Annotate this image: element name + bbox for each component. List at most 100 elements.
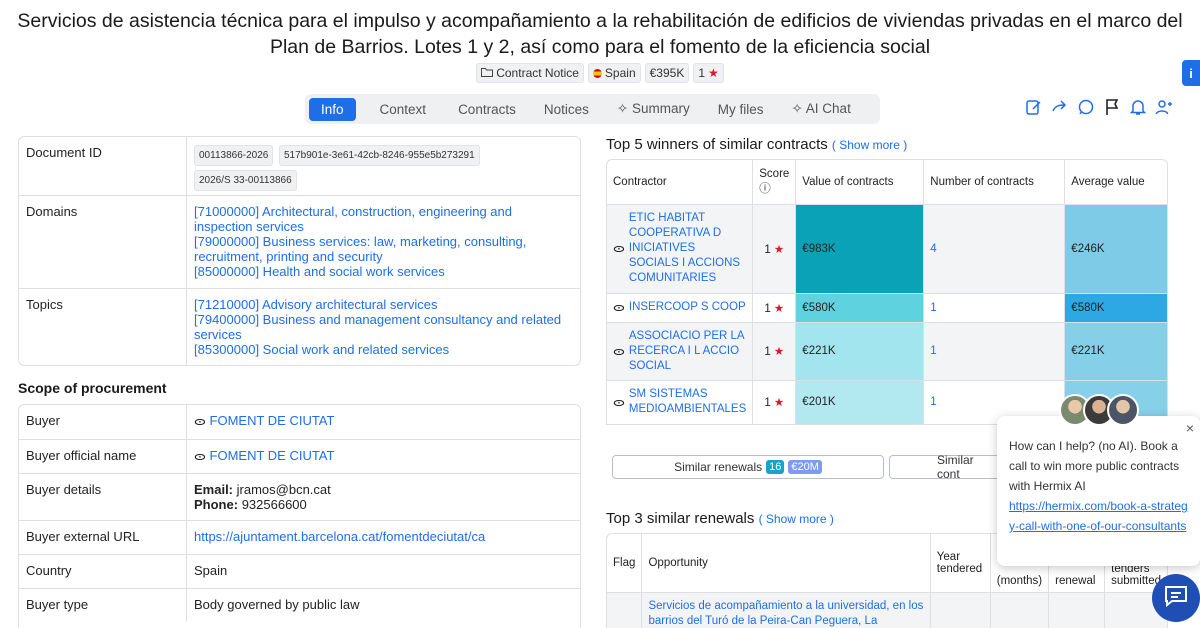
close-icon[interactable]: × <box>1186 418 1194 438</box>
company-icon: ᯣ <box>194 414 206 428</box>
table-row: ᯣ INSERCOOP S COOP 1 ★ €580K 1 €580K <box>607 293 1167 323</box>
score-cell: 1 ★ <box>752 293 797 323</box>
contractor-link[interactable]: ᯣ INSERCOOP S COOP <box>613 300 746 315</box>
opportunity-link[interactable]: Servicios de acompañamiento a la univers… <box>641 592 931 628</box>
notice-tags: Contract Notice Spain €395K 1 ★ <box>0 63 1200 83</box>
topic-link[interactable]: [85300000] Social work and related servi… <box>194 342 573 357</box>
buyer-link[interactable]: ᯣ FOMENT DE CIUTAT <box>194 413 334 428</box>
sparkle-icon: ✧ <box>791 101 803 116</box>
share-icon[interactable] <box>1051 98 1069 121</box>
country-label: Country <box>19 555 187 588</box>
country-row: Country Spain <box>19 554 580 588</box>
score-value: 1 <box>764 302 771 315</box>
buyer-url-link[interactable]: https://ajuntament.barcelona.cat/fomentd… <box>187 521 580 554</box>
info-button[interactable]: i <box>1182 60 1200 86</box>
comment-icon[interactable] <box>1077 98 1095 121</box>
avatar <box>1107 394 1139 426</box>
contractor-link[interactable]: ᯣ SM SISTEMAS MEDIOAMBIENTALES <box>613 387 746 417</box>
bell-icon[interactable] <box>1129 98 1147 121</box>
topic-link[interactable]: [79400000] Business and management consu… <box>194 312 573 342</box>
topic-link[interactable]: [71210000] Advisory architectural servic… <box>194 297 573 312</box>
score-cell: 1 ★ <box>752 380 797 424</box>
value-cell: €221K <box>795 322 925 381</box>
value-cell: €201K <box>795 380 925 424</box>
notice-type-tag: Contract Notice <box>476 63 584 83</box>
domain-link[interactable]: [79000000] Business services: law, marke… <box>194 234 573 264</box>
official-name-link[interactable]: ᯣ FOMENT DE CIUTAT <box>194 448 334 463</box>
star-icon: ★ <box>773 302 785 315</box>
count-link[interactable]: 1 <box>923 322 1066 381</box>
similar-contracts-button[interactable]: Similar cont <box>889 453 999 481</box>
add-user-icon[interactable] <box>1155 98 1173 121</box>
contractor-link[interactable]: ᯣ ETIC HABITAT COOPERATIVA D INICIATIVES … <box>613 211 746 286</box>
rating-tag: 1 ★ <box>693 63 724 83</box>
chat-button[interactable] <box>1152 574 1200 622</box>
company-icon: ᯣ <box>613 343 625 358</box>
company-icon: ᯣ <box>194 449 206 463</box>
col-opportunity: Opportunity <box>641 534 931 593</box>
info-icon[interactable]: ⓘ <box>759 180 789 196</box>
tab-my-files[interactable]: My files <box>706 98 776 121</box>
contractor-link[interactable]: ᯣ ASSOCIACIO PER LA RECERCA I L ACCIO SOC… <box>613 329 746 374</box>
contractor-name: ASSOCIACIO PER LA RECERCA I L ACCIO SOCI… <box>628 329 744 372</box>
renewals-show-more-link[interactable]: ( Show more ) <box>759 512 834 526</box>
buyer-details-label: Buyer details <box>19 474 187 520</box>
contractor-name: SM SISTEMAS MEDIOAMBIENTALES <box>628 388 747 415</box>
country-label: Spain <box>604 66 636 80</box>
notice-type-label: Contract Notice <box>496 66 579 80</box>
buyer-type-row: Buyer type Body governed by public law <box>19 588 580 622</box>
scope-heading: Scope of procurement <box>18 380 167 396</box>
phone-value: 932566600 <box>241 497 307 512</box>
tab-summary-label: Summary <box>631 101 690 116</box>
chat-booking-link[interactable]: https://hermix.com/book-a-strategy-call-… <box>1009 499 1188 533</box>
domain-link[interactable]: [71000000] Architectural, construction, … <box>194 204 573 234</box>
document-ids: 00113866-2026 517b901e-3e61-42cb-8246-95… <box>187 137 580 195</box>
tab-context[interactable]: Context <box>368 98 439 121</box>
buyer-details-row: Buyer details Email: jramos@bcn.cat Phon… <box>19 473 580 520</box>
flag-icon[interactable] <box>1103 98 1121 121</box>
tab-ai-chat[interactable]: ✧ AI Chat <box>779 97 862 121</box>
contractor-name: INSERCOOP S COOP <box>628 301 746 313</box>
official-name-label: Buyer official name <box>19 440 187 473</box>
value-tag: €395K <box>644 63 690 83</box>
count-link[interactable]: 4 <box>923 204 1066 294</box>
score-cell: 1 ★ <box>752 322 797 381</box>
col-score-label: Score <box>759 167 790 180</box>
similar-renewals-label: Similar renewals <box>674 460 763 474</box>
country-tag: Spain <box>587 63 641 83</box>
chat-bubble-icon <box>1163 584 1189 613</box>
star-icon: ★ <box>773 397 785 409</box>
buyer-details: Email: jramos@bcn.cat Phone: 932566600 <box>187 474 580 520</box>
edit-icon[interactable] <box>1025 98 1043 121</box>
star-icon: ★ <box>773 346 785 358</box>
country-value: Spain <box>194 563 228 578</box>
topics-list: [71210000] Advisory architectural servic… <box>187 289 580 365</box>
score-cell: 1 ★ <box>752 204 797 294</box>
document-id-label: Document ID <box>19 137 187 195</box>
page-title: Servicios de asistencia técnica para el … <box>17 10 1183 58</box>
similar-renewals-button[interactable]: Similar renewals 16 €20M <box>612 455 884 479</box>
score-value: 1 <box>764 397 771 409</box>
spain-flag-icon <box>592 68 602 78</box>
tab-contracts[interactable]: Contracts <box>446 98 528 121</box>
count-link[interactable]: 1 <box>923 293 1066 323</box>
table-row: Servicios de acompañamiento a la univers… <box>607 592 1167 628</box>
tab-info[interactable]: Info <box>309 97 356 121</box>
sparkle-icon: ✧ <box>616 101 629 116</box>
winners-table: Contractor Score ⓘ Value of contracts Nu… <box>606 159 1168 425</box>
tab-summary[interactable]: ✧ Summary <box>605 97 702 121</box>
buyer-name: FOMENT DE CIUTAT <box>209 413 335 428</box>
winners-show-more-link[interactable]: ( Show more ) <box>832 138 907 152</box>
domain-link[interactable]: [85000000] Health and social work servic… <box>194 264 573 279</box>
winners-title: Top 5 winners of similar contracts <box>606 136 828 153</box>
buyer-url-label: Buyer external URL <box>19 521 187 554</box>
contractor-name: ETIC HABITAT COOPERATIVA D INICIATIVES S… <box>628 212 741 284</box>
score-value: 1 <box>764 346 771 358</box>
action-icons <box>1025 98 1173 121</box>
winners-heading: Top 5 winners of similar contracts ( Sho… <box>606 136 907 153</box>
renewals-heading: Top 3 similar renewals ( Show more ) <box>606 510 834 527</box>
tab-notices[interactable]: Notices <box>532 98 601 121</box>
details-table: Document ID 00113866-2026 517b901e-3e61-… <box>18 136 581 366</box>
col-score: Score ⓘ <box>752 160 797 205</box>
score-value: 1 <box>764 243 771 256</box>
